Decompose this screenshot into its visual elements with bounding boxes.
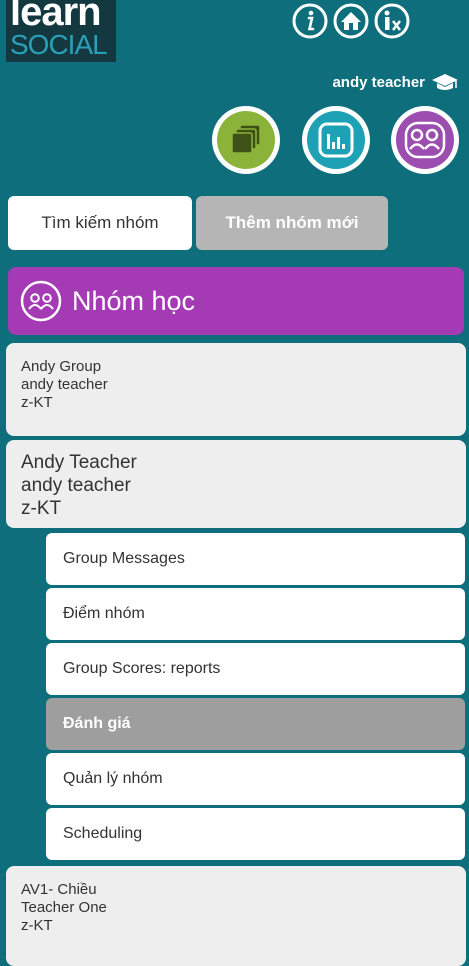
home-icon[interactable] — [332, 2, 370, 40]
group-name: AV1- Chiều — [21, 881, 97, 898]
add-group-button[interactable]: Thêm nhóm mới — [196, 196, 388, 250]
group-item-andy-group[interactable]: Andy Group andy teacher z-KT — [6, 343, 466, 436]
graduation-cap-icon — [432, 74, 458, 90]
submenu-manage-group[interactable]: Quản lý nhóm — [46, 753, 465, 805]
submenu-group-messages[interactable]: Group Messages — [46, 533, 465, 585]
search-groups-button[interactable]: Tìm kiếm nhóm — [8, 196, 192, 250]
nav-reports-button[interactable] — [300, 104, 372, 176]
group-teacher: andy teacher — [21, 475, 131, 496]
info-icon[interactable] — [291, 2, 329, 40]
user-name[interactable]: andy teacher — [332, 74, 425, 91]
logo-text-social: SOCIAL — [10, 29, 108, 60]
stack-icon — [231, 124, 261, 154]
group-name: Andy Teacher — [21, 452, 137, 473]
groups-icon — [20, 280, 62, 322]
group-teacher: andy teacher — [21, 376, 108, 393]
submenu-scheduling[interactable]: Scheduling — [46, 808, 465, 860]
submenu-group-points[interactable]: Điểm nhóm — [46, 588, 465, 640]
group-item-andy-teacher[interactable]: Andy Teacher andy teacher z-KT — [6, 440, 466, 528]
group-name: Andy Group — [21, 358, 102, 375]
learnsocial-logo: learn SOCIAL — [6, 0, 116, 62]
group-code: z-KT — [21, 498, 62, 519]
submenu-assessment[interactable]: Đánh giá — [46, 698, 465, 750]
group-teacher: Teacher One — [21, 899, 107, 916]
group-code: z-KT — [21, 394, 53, 411]
nav-groups-button[interactable] — [389, 104, 461, 176]
group-code: z-KT — [21, 917, 53, 934]
nav-courses-button[interactable] — [210, 104, 282, 176]
submenu-group-scores-reports[interactable]: Group Scores: reports — [46, 643, 465, 695]
page-title: Nhóm học — [72, 285, 196, 316]
study-groups-header: Nhóm học — [8, 267, 464, 335]
group-item-av1-chieu[interactable]: AV1- Chiều Teacher One z-KT — [6, 866, 466, 966]
info-x-icon[interactable] — [373, 2, 411, 40]
user-display[interactable]: andy teacher — [332, 70, 459, 94]
